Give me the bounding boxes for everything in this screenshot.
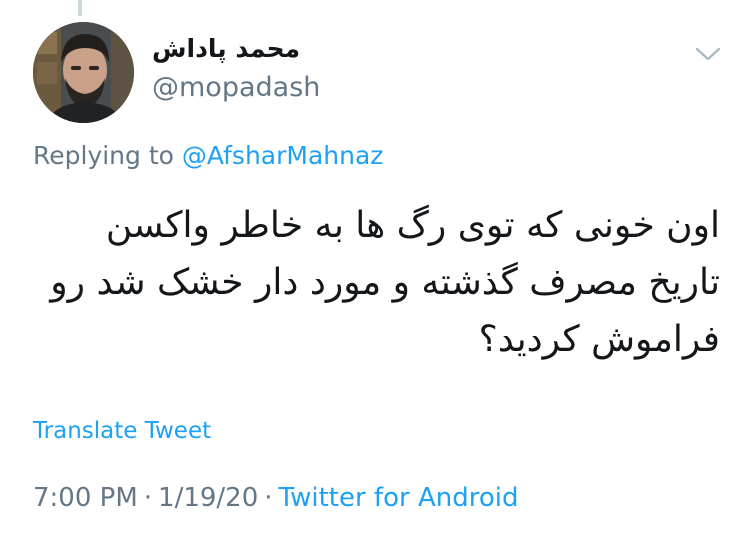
meta-separator: ·: [264, 483, 273, 513]
author-handle[interactable]: @mopadash: [152, 72, 320, 103]
avatar[interactable]: [33, 22, 134, 123]
tweet-date[interactable]: 1/19/20: [158, 483, 258, 513]
tweet-source-link[interactable]: Twitter for Android: [279, 483, 519, 513]
tweet-text-line: فراموش کردید؟: [478, 319, 720, 360]
tweet-text: اون خونی که توی رگ ها به خاطر واکسن تاری…: [30, 197, 720, 368]
chevron-down-icon: [695, 47, 721, 61]
replying-to: Replying to @AfsharMahnaz: [33, 141, 383, 170]
tweet-text-line: تاریخ مصرف گذشته و مورد دار خشک شد رو: [50, 262, 720, 303]
translate-tweet-link[interactable]: Translate Tweet: [33, 418, 211, 444]
replying-to-label: Replying to: [33, 141, 174, 170]
reply-mention-link[interactable]: @AfsharMahnaz: [182, 141, 384, 170]
more-options-button[interactable]: [694, 44, 722, 64]
avatar-photo: [33, 22, 134, 123]
thread-connector-line: [78, 0, 82, 16]
tweet-time[interactable]: 7:00 PM: [33, 483, 138, 513]
meta-separator: ·: [143, 483, 153, 513]
tweet-text-line: اون خونی که توی رگ ها به خاطر واکسن: [105, 205, 720, 246]
tweet-meta: 7:00 PM · 1/19/20 · Twitter for Android: [33, 483, 518, 513]
author-name[interactable]: محمد پاداش: [152, 34, 300, 63]
